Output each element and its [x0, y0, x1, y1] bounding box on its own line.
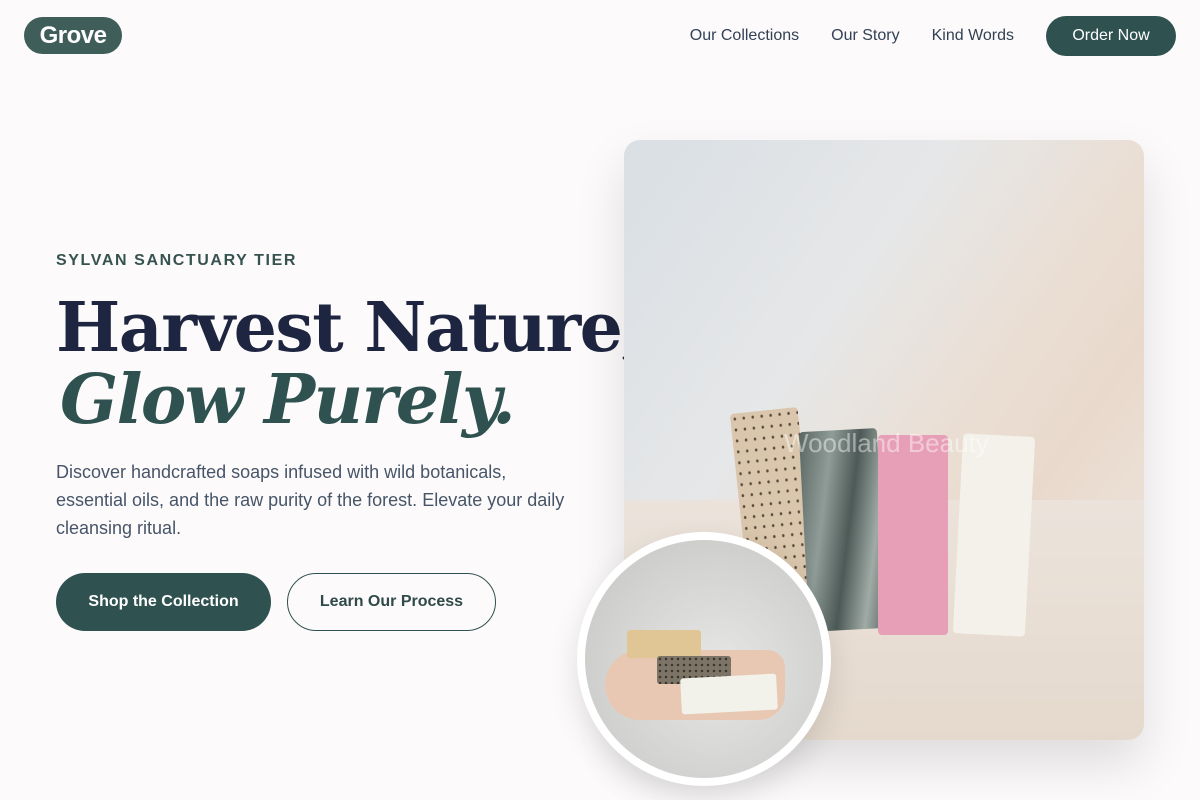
hands-holding-soap-image [577, 532, 831, 786]
site-header: Grove Our Collections Our Story Kind Wor… [0, 0, 1200, 72]
nav-our-story[interactable]: Our Story [831, 25, 899, 47]
logo[interactable]: Grove [24, 17, 122, 54]
nav-kind-words[interactable]: Kind Words [932, 25, 1014, 47]
soap-bar-rose [878, 435, 948, 635]
hero-description: Discover handcrafted soaps infused with … [56, 462, 565, 538]
soap-bar-white [952, 433, 1036, 637]
mini-soap-white [680, 673, 778, 715]
hero-title-line1: Harvest Nature, [56, 288, 645, 368]
learn-process-button[interactable]: Learn Our Process [287, 573, 496, 631]
mini-soap-honey [627, 630, 701, 658]
hero-title: Harvest Nature, Glow Purely. [56, 292, 645, 440]
image-watermark: Woodland Beauty [784, 428, 989, 458]
hero-title-line2: Glow Purely. [60, 360, 516, 440]
main-nav: Our Collections Our Story Kind Words [690, 25, 1014, 47]
nav-our-collections[interactable]: Our Collections [690, 25, 799, 47]
hero-eyebrow: SYLVAN SANCTUARY TIER [56, 252, 298, 269]
circle-photo [585, 540, 823, 778]
shop-collection-button[interactable]: Shop the Collection [56, 573, 271, 631]
order-now-button[interactable]: Order Now [1046, 16, 1176, 56]
